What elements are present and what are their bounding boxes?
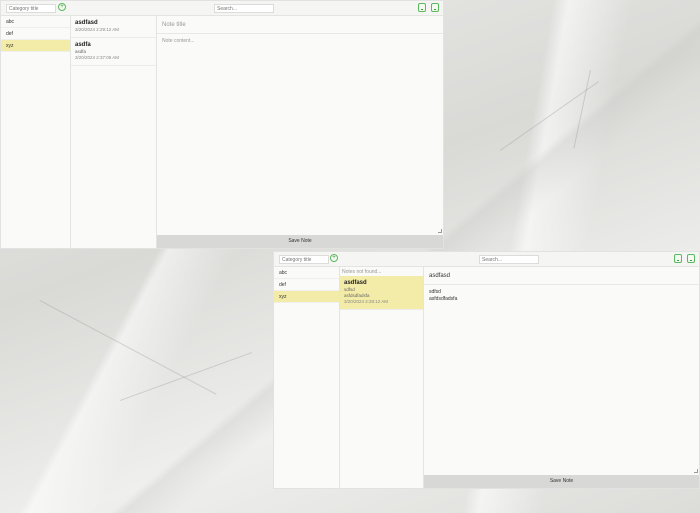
plus-circle-icon: + (60, 4, 64, 10)
top-toolbar: + (274, 252, 699, 267)
category-item-def[interactable]: def (1, 28, 70, 40)
category-item-abc[interactable]: abc (274, 267, 339, 279)
category-list: abc def xyz (1, 16, 71, 248)
new-document-icon[interactable] (687, 254, 695, 263)
resize-handle-icon[interactable] (438, 229, 442, 233)
category-item-xyz[interactable]: xyz (1, 40, 70, 52)
note-title: asdfasd (75, 20, 98, 26)
category-item-xyz[interactable]: xyz (274, 291, 339, 303)
search-input[interactable] (479, 255, 539, 264)
note-title: asdfasd (344, 280, 367, 286)
notes-app-window: + abc def xyz Notes not found... asdfasd… (273, 251, 700, 489)
note-title-field[interactable]: asdfasd (424, 267, 699, 285)
note-editor: Note title Note content... Save Note (157, 16, 443, 248)
layers-icon[interactable] (418, 3, 426, 12)
category-item-abc[interactable]: abc (1, 16, 70, 28)
marble-vein (120, 352, 252, 401)
note-card[interactable]: asdfasd sdfsd asfdsdfadsfa 3/20/2024 2:2… (340, 276, 423, 310)
note-date: 3/20/2024 2:29:12 AM (75, 27, 120, 32)
marble-vein (500, 81, 599, 151)
note-date: 3/20/2024 2:28:12 AM (344, 299, 389, 304)
marble-vein (39, 300, 217, 395)
note-editor: asdfasd sdfsd asfdsdfadsfa Save Note (424, 267, 699, 488)
notes-list: Notes not found... asdfasd sdfsd asfdsdf… (340, 267, 424, 488)
note-title-field[interactable]: Note title (157, 16, 443, 34)
new-document-icon[interactable] (431, 3, 439, 12)
layers-icon[interactable] (674, 254, 682, 263)
notes-app-window: + abc def xyz asdfasd 3/20/2024 2:29:12 … (0, 0, 444, 249)
add-category-button[interactable]: + (330, 254, 338, 262)
note-content-field[interactable]: Note content... (157, 34, 443, 49)
top-toolbar: + (1, 1, 443, 16)
category-title-input[interactable] (279, 255, 329, 264)
marble-vein (573, 70, 591, 149)
notes-list: asdfasd 3/20/2024 2:29:12 AM asdfa asdfa… (71, 16, 157, 248)
note-date: 3/20/2024 2:37:06 AM (75, 55, 120, 60)
save-note-button[interactable]: Save Note (157, 235, 443, 248)
resize-handle-icon[interactable] (694, 469, 698, 473)
plus-circle-icon: + (332, 255, 336, 261)
category-list: abc def xyz (274, 267, 340, 488)
add-category-button[interactable]: + (58, 3, 66, 11)
note-content-field[interactable]: sdfsd asfdsdfadsfa (424, 285, 699, 307)
search-input[interactable] (214, 4, 274, 13)
note-title: asdfa (75, 42, 91, 48)
note-card[interactable]: asdfasd 3/20/2024 2:29:12 AM (71, 16, 156, 38)
category-item-def[interactable]: def (274, 279, 339, 291)
notes-empty-message: Notes not found... (342, 269, 382, 275)
category-title-input[interactable] (6, 4, 56, 13)
save-note-button[interactable]: Save Note (424, 475, 699, 488)
note-card[interactable]: asdfa asdfa 3/20/2024 2:37:06 AM (71, 38, 156, 66)
